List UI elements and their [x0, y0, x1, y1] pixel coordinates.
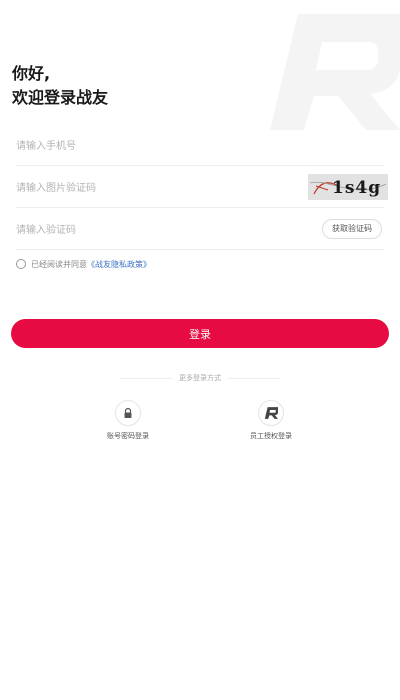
image-code-field: 1s4g: [16, 168, 388, 208]
phone-field: [16, 126, 384, 166]
login-page: 你好, 欢迎登录战友 1s4g 获取验证码 已经阅读并同意 《战友隐私政策》 登…: [0, 0, 400, 700]
agreement-row: 已经阅读并同意 《战友隐私政策》: [16, 258, 151, 270]
privacy-policy-link[interactable]: 《战友隐私政策》: [87, 259, 151, 270]
divider-line-left: [120, 377, 173, 379]
get-code-button[interactable]: 获取验证码: [322, 219, 382, 239]
divider-line-right: [227, 377, 280, 379]
captcha-image[interactable]: 1s4g: [308, 174, 388, 200]
welcome-heading: 你好, 欢迎登录战友: [12, 62, 108, 110]
lock-icon: [115, 400, 141, 426]
login-button[interactable]: 登录: [11, 319, 389, 348]
employee-auth-login-label: 员工授权登录: [250, 432, 292, 440]
more-login-divider: 更多登录方式: [120, 372, 280, 384]
agreement-text: 已经阅读并同意: [31, 259, 87, 269]
brand-logo-watermark: [270, 14, 400, 130]
brand-r-icon: [258, 400, 284, 426]
password-login-option[interactable]: 账号密码登录: [88, 400, 168, 441]
password-login-label: 账号密码登录: [107, 432, 149, 440]
greeting-line-2: 欢迎登录战友: [12, 88, 109, 107]
phone-input[interactable]: [16, 126, 286, 166]
employee-auth-login-option[interactable]: 员工授权登录: [231, 400, 311, 441]
more-login-title: 更多登录方式: [179, 374, 221, 382]
captcha-text: 1s4g: [332, 178, 381, 198]
sms-code-input[interactable]: [16, 210, 286, 250]
greeting-line-1: 你好,: [12, 64, 51, 83]
image-code-input[interactable]: [16, 168, 286, 208]
agreement-checkbox[interactable]: [16, 259, 26, 269]
sms-code-field: 获取验证码: [16, 210, 384, 250]
